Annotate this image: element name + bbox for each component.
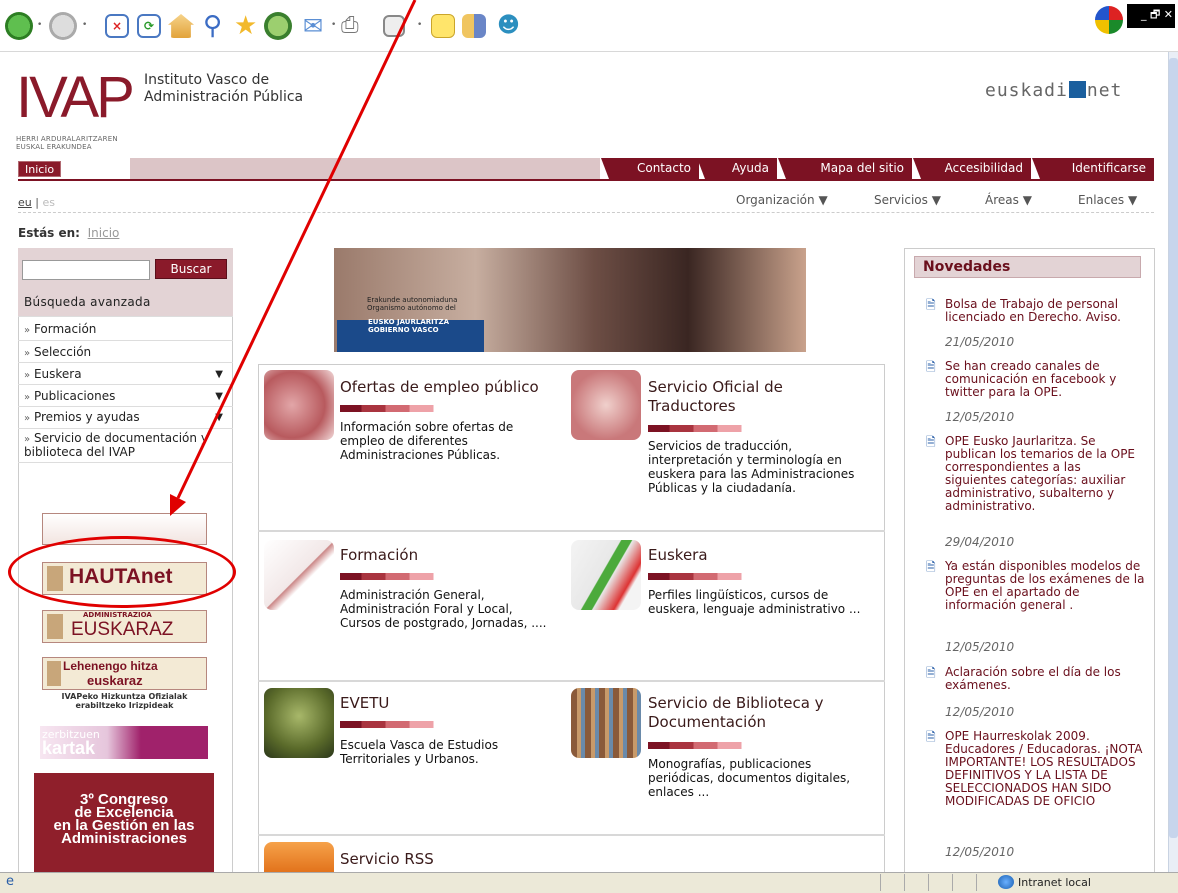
- news-date: 12/05/2010: [945, 640, 1015, 654]
- card-title-rss[interactable]: Servicio RSS: [340, 850, 434, 869]
- zone-label: Intranet local: [1018, 876, 1091, 889]
- news-item[interactable]: Aclaración sobre el día de los exámenes.: [945, 666, 1145, 692]
- news-item[interactable]: Bolsa de Trabajo de personal licenciado …: [945, 298, 1145, 324]
- card-desc-euskera: Perfiles lingüísticos, cursos de euskera…: [648, 588, 861, 616]
- card-title-traductores[interactable]: Servicio Oficial de Traductores: [648, 378, 848, 416]
- card-title-ofertas[interactable]: Ofertas de empleo público: [340, 378, 539, 397]
- ie-page-icon: e: [6, 874, 14, 889]
- rss-icon: [264, 842, 334, 872]
- intranet-globe-icon: [998, 875, 1014, 889]
- gobierno-vasco-tag: EUSKO JAURLARITZA GOBIERNO VASCO: [368, 318, 450, 334]
- hero-caption: Erakunde autonomiaduna Organismo autónom…: [367, 296, 458, 312]
- document-icon: 🗎: [926, 360, 936, 374]
- news-item[interactable]: OPE Haurreskolak 2009. Educadores / Educ…: [945, 730, 1145, 808]
- card-title-formacion[interactable]: Formación: [340, 546, 418, 565]
- document-icon: 🗎: [926, 298, 936, 312]
- pen-image: [264, 540, 334, 610]
- news-item[interactable]: Se han creado canales de comunicación en…: [945, 360, 1145, 399]
- news-date: 21/05/2010: [945, 335, 1015, 349]
- card-desc-evetu: Escuela Vasca de Estudios Territoriales …: [340, 738, 499, 766]
- card-desc-biblioteca: Monografías, publicaciones periódicas, d…: [648, 757, 851, 799]
- document-icon: 🗎: [926, 435, 936, 449]
- annotation-ellipse: [8, 536, 236, 608]
- news-date: 29/04/2010: [945, 535, 1015, 549]
- puzzle-image: [264, 370, 334, 440]
- news-date: 12/05/2010: [945, 705, 1015, 719]
- forest-image: [264, 688, 334, 758]
- document-icon: 🗎: [926, 730, 936, 744]
- news-date: 12/05/2010: [945, 410, 1015, 424]
- card-desc-traductores: Servicios de traducción, interpretación …: [648, 439, 855, 495]
- checkmark-image: [571, 540, 641, 610]
- news-item[interactable]: Ya están disponibles modelos de pregunta…: [945, 560, 1145, 612]
- card-title-biblioteca[interactable]: Servicio de Biblioteca y Documentación: [648, 694, 848, 732]
- card-desc-ofertas: Información sobre ofertas de empleo de d…: [340, 420, 514, 462]
- document-image: [571, 370, 641, 440]
- card-title-evetu[interactable]: EVETU: [340, 694, 389, 713]
- library-image: [571, 688, 641, 758]
- document-icon: 🗎: [926, 560, 936, 574]
- card-desc-formacion: Administración General, Administración F…: [340, 588, 547, 630]
- document-icon: 🗎: [926, 666, 936, 680]
- news-date: 12/05/2010: [945, 845, 1015, 859]
- news-item[interactable]: OPE Eusko Jaurlaritza. Se publican los t…: [945, 435, 1145, 513]
- card-title-euskera[interactable]: Euskera: [648, 546, 708, 565]
- novedades-title: Novedades: [914, 256, 1141, 278]
